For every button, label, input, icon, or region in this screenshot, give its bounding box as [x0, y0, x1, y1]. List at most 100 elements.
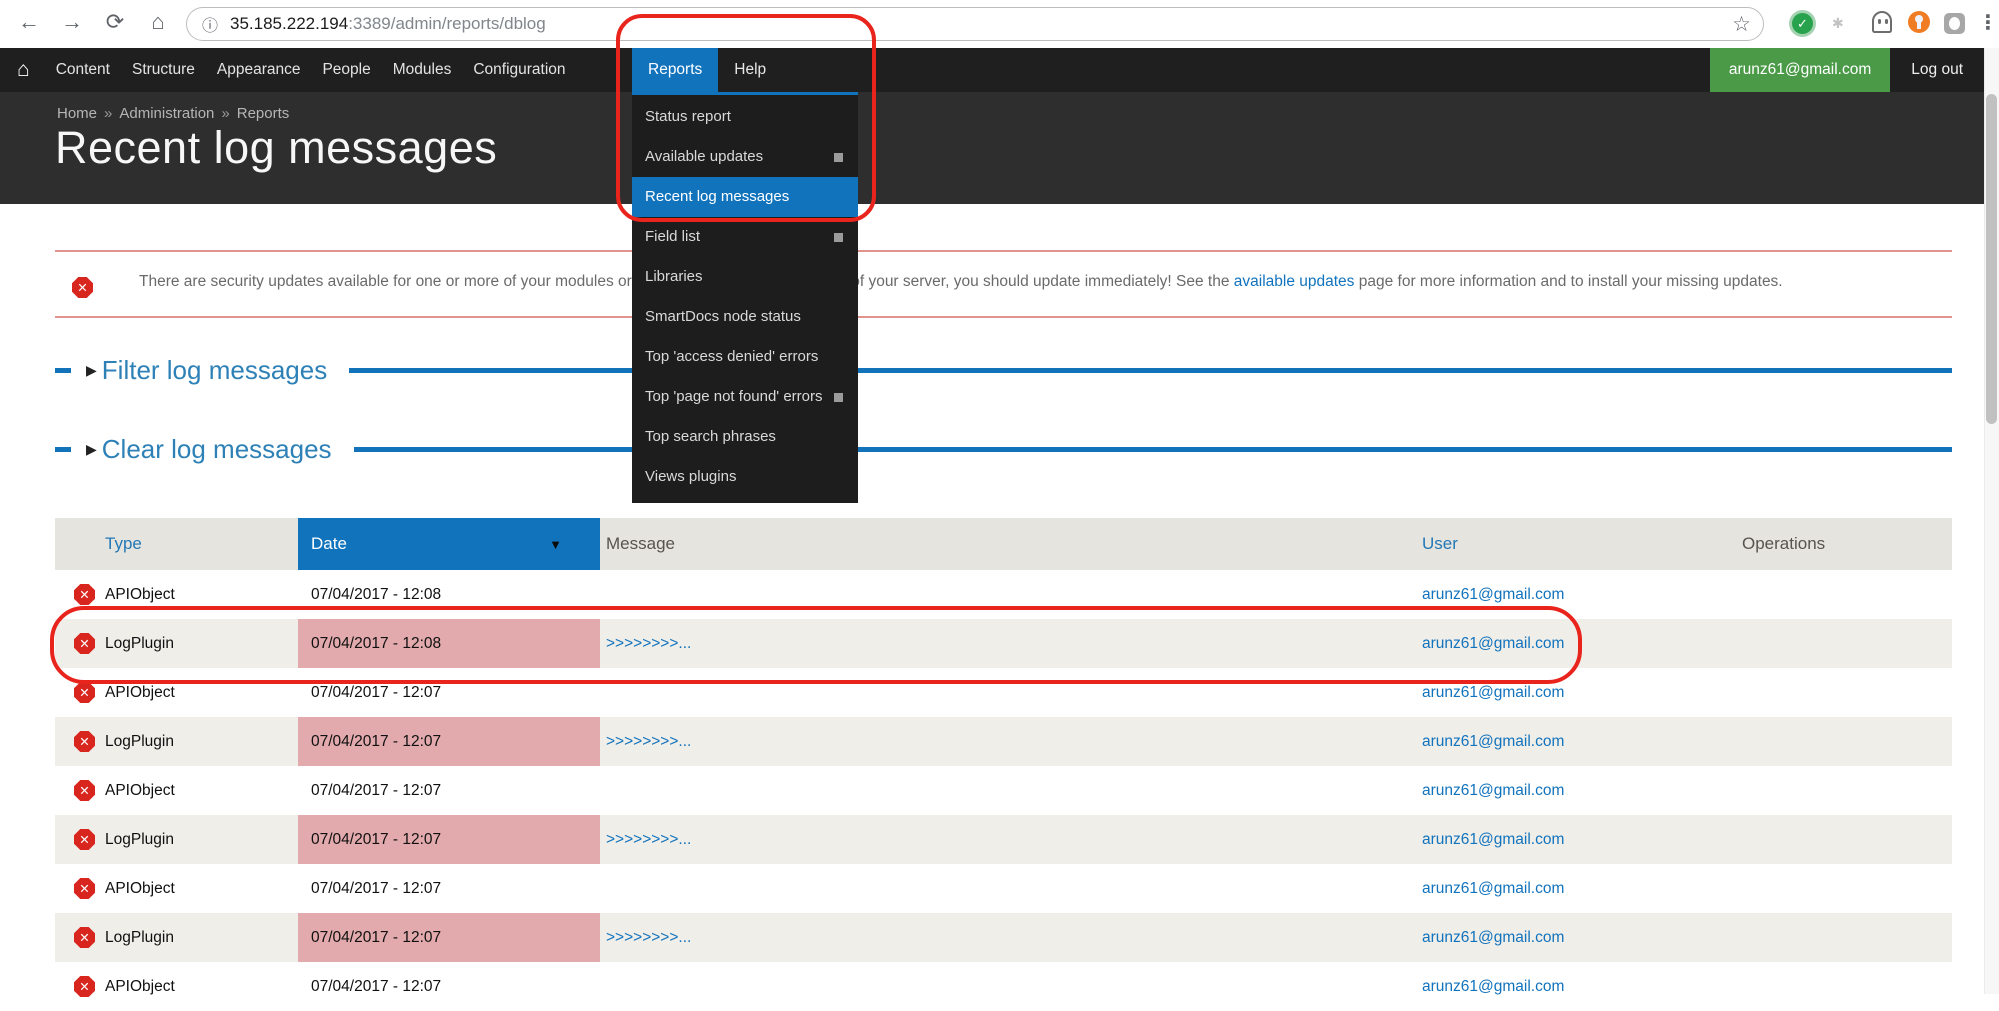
breadcrumb-separator: » [97, 105, 119, 122]
logout-button[interactable]: Log out [1890, 48, 1984, 92]
page-header-band: Home»Administration»Reports Recent log m… [0, 92, 1984, 204]
scrollbar-thumb[interactable] [1986, 94, 1997, 424]
admin-menu-item-configuration[interactable]: Configuration [462, 48, 576, 92]
row-date-cell: 07/04/2017 - 12:07 [298, 913, 600, 962]
admin-menu-item-modules[interactable]: Modules [382, 48, 463, 92]
admin-menu-item-people[interactable]: People [311, 48, 381, 92]
row-user-cell: arunz61@gmail.com [1417, 962, 1737, 1011]
header-date-sort-active[interactable]: Date ▼ [298, 518, 600, 570]
menu-item-label: Field list [645, 226, 700, 248]
menu-item-label: Status report [645, 106, 731, 128]
admin-menu-item-structure[interactable]: Structure [121, 48, 206, 92]
disabled-extension-icon[interactable]: ✱ [1832, 15, 1856, 39]
menu-item-top-page-not-found-errors[interactable]: Top 'page not found' errors [632, 377, 858, 417]
row-operations-cell [1737, 913, 1952, 962]
reload-icon[interactable]: ⟳ [100, 9, 130, 35]
row-type-cell: APIObject [105, 668, 298, 717]
message-link[interactable]: >>>>>>>>... [606, 831, 691, 849]
menu-item-smartdocs-node-status[interactable]: SmartDocs node status [632, 297, 858, 337]
admin-toolbar-account-area: arunz61@gmail.com Log out [1710, 48, 1984, 92]
user-link[interactable]: arunz61@gmail.com [1422, 831, 1564, 849]
header-operations: Operations [1737, 518, 1952, 570]
available-updates-link[interactable]: available updates [1234, 273, 1355, 290]
clear-log-messages-link[interactable]: Clear log messages [102, 434, 332, 465]
row-message-cell [600, 766, 1417, 815]
row-type-cell: APIObject [105, 570, 298, 619]
fieldset-dash-icon [55, 368, 71, 373]
menu-item-label: Top 'access denied' errors [645, 346, 818, 368]
user-link[interactable]: arunz61@gmail.com [1422, 586, 1564, 604]
row-type-cell: APIObject [105, 864, 298, 913]
openvpn-icon[interactable] [1908, 11, 1930, 33]
menu-item-recent-log-messages[interactable]: Recent log messages [632, 177, 858, 217]
log-messages-table: Type Date ▼ Message User Operations APIO… [55, 518, 1952, 1011]
menu-item-label: Top 'page not found' errors [645, 386, 823, 408]
row-severity-cell [55, 570, 105, 619]
row-operations-cell [1737, 619, 1952, 668]
account-button[interactable]: arunz61@gmail.com [1710, 48, 1890, 92]
warning-text-after: page for more information and to install… [1354, 273, 1782, 290]
message-link[interactable]: >>>>>>>>... [606, 929, 691, 947]
header-user[interactable]: User [1417, 518, 1737, 570]
breadcrumb-link-administration[interactable]: Administration [119, 105, 214, 122]
warning-text: There are security updates available for… [139, 268, 1939, 296]
admin-tab-reports[interactable]: Reports [632, 48, 718, 92]
user-link[interactable]: arunz61@gmail.com [1422, 978, 1564, 996]
row-user-cell: arunz61@gmail.com [1417, 619, 1737, 668]
menu-item-status-report[interactable]: Status report [632, 97, 858, 137]
message-link[interactable]: >>>>>>>>... [606, 635, 691, 653]
breadcrumb-link-home[interactable]: Home [57, 105, 97, 122]
row-date-cell: 07/04/2017 - 12:07 [298, 766, 600, 815]
bookmark-star-icon[interactable]: ☆ [1732, 12, 1751, 37]
collapsed-arrow-icon: ▶ [86, 362, 97, 379]
table-body: APIObject07/04/2017 - 12:08arunz61@gmail… [55, 570, 1952, 1011]
forward-arrow-icon[interactable]: → [57, 9, 87, 35]
home-icon[interactable]: ⌂ [143, 9, 173, 35]
table-row: LogPlugin07/04/2017 - 12:07>>>>>>>>...ar… [55, 717, 1952, 766]
admin-tab-help[interactable]: Help [718, 48, 782, 92]
user-link[interactable]: arunz61@gmail.com [1422, 733, 1564, 751]
ghost-extension-icon[interactable] [1872, 11, 1892, 33]
user-link[interactable]: arunz61@gmail.com [1422, 880, 1564, 898]
kebab-menu-icon[interactable]: ⋮ [1978, 10, 1998, 35]
drupal-home-icon[interactable]: ⌂ [0, 48, 45, 92]
menu-item-top-search-phrases[interactable]: Top search phrases [632, 417, 858, 457]
row-operations-cell [1737, 717, 1952, 766]
url-bar[interactable]: ⓘ 35.185.222.194:3389/admin/reports/dblo… [186, 7, 1764, 41]
header-icon-col [55, 518, 105, 570]
error-icon [74, 780, 95, 801]
table-row: LogPlugin07/04/2017 - 12:08>>>>>>>>...ar… [55, 619, 1952, 668]
breadcrumb-link-reports[interactable]: Reports [237, 105, 290, 122]
menu-item-available-updates[interactable]: Available updates [632, 137, 858, 177]
admin-menu-item-appearance[interactable]: Appearance [206, 48, 312, 92]
menu-item-libraries[interactable]: Libraries [632, 257, 858, 297]
row-date-cell: 07/04/2017 - 12:07 [298, 864, 600, 913]
admin-menu-item-content[interactable]: Content [45, 48, 121, 92]
menu-item-views-plugins[interactable]: Views plugins [632, 457, 858, 497]
row-message-cell [600, 864, 1417, 913]
user-link[interactable]: arunz61@gmail.com [1422, 929, 1564, 947]
header-type[interactable]: Type [105, 518, 298, 570]
user-link[interactable]: arunz61@gmail.com [1422, 782, 1564, 800]
info-icon[interactable]: ⓘ [202, 12, 218, 36]
error-icon [74, 731, 95, 752]
user-link[interactable]: arunz61@gmail.com [1422, 684, 1564, 702]
filter-log-messages-fieldset: ▶ Filter log messages [55, 348, 1952, 392]
generic-extension-icon[interactable] [1944, 13, 1965, 34]
message-link[interactable]: >>>>>>>>... [606, 733, 691, 751]
table-row: LogPlugin07/04/2017 - 12:07>>>>>>>>...ar… [55, 815, 1952, 864]
back-arrow-icon[interactable]: ← [14, 9, 44, 35]
row-severity-cell [55, 619, 105, 668]
menu-badge-icon [834, 233, 843, 242]
user-link[interactable]: arunz61@gmail.com [1422, 635, 1564, 653]
menu-item-field-list[interactable]: Field list [632, 217, 858, 257]
admin-menu-items: ContentStructureAppearancePeopleModulesC… [45, 48, 577, 92]
security-warning-message: There are security updates available for… [55, 250, 1952, 318]
menu-item-top-access-denied-errors[interactable]: Top 'access denied' errors [632, 337, 858, 377]
adblock-check-icon[interactable] [1792, 13, 1813, 34]
table-row: APIObject07/04/2017 - 12:08arunz61@gmail… [55, 570, 1952, 619]
row-operations-cell [1737, 570, 1952, 619]
row-user-cell: arunz61@gmail.com [1417, 570, 1737, 619]
filter-log-messages-link[interactable]: Filter log messages [102, 355, 327, 386]
row-type-cell: APIObject [105, 766, 298, 815]
